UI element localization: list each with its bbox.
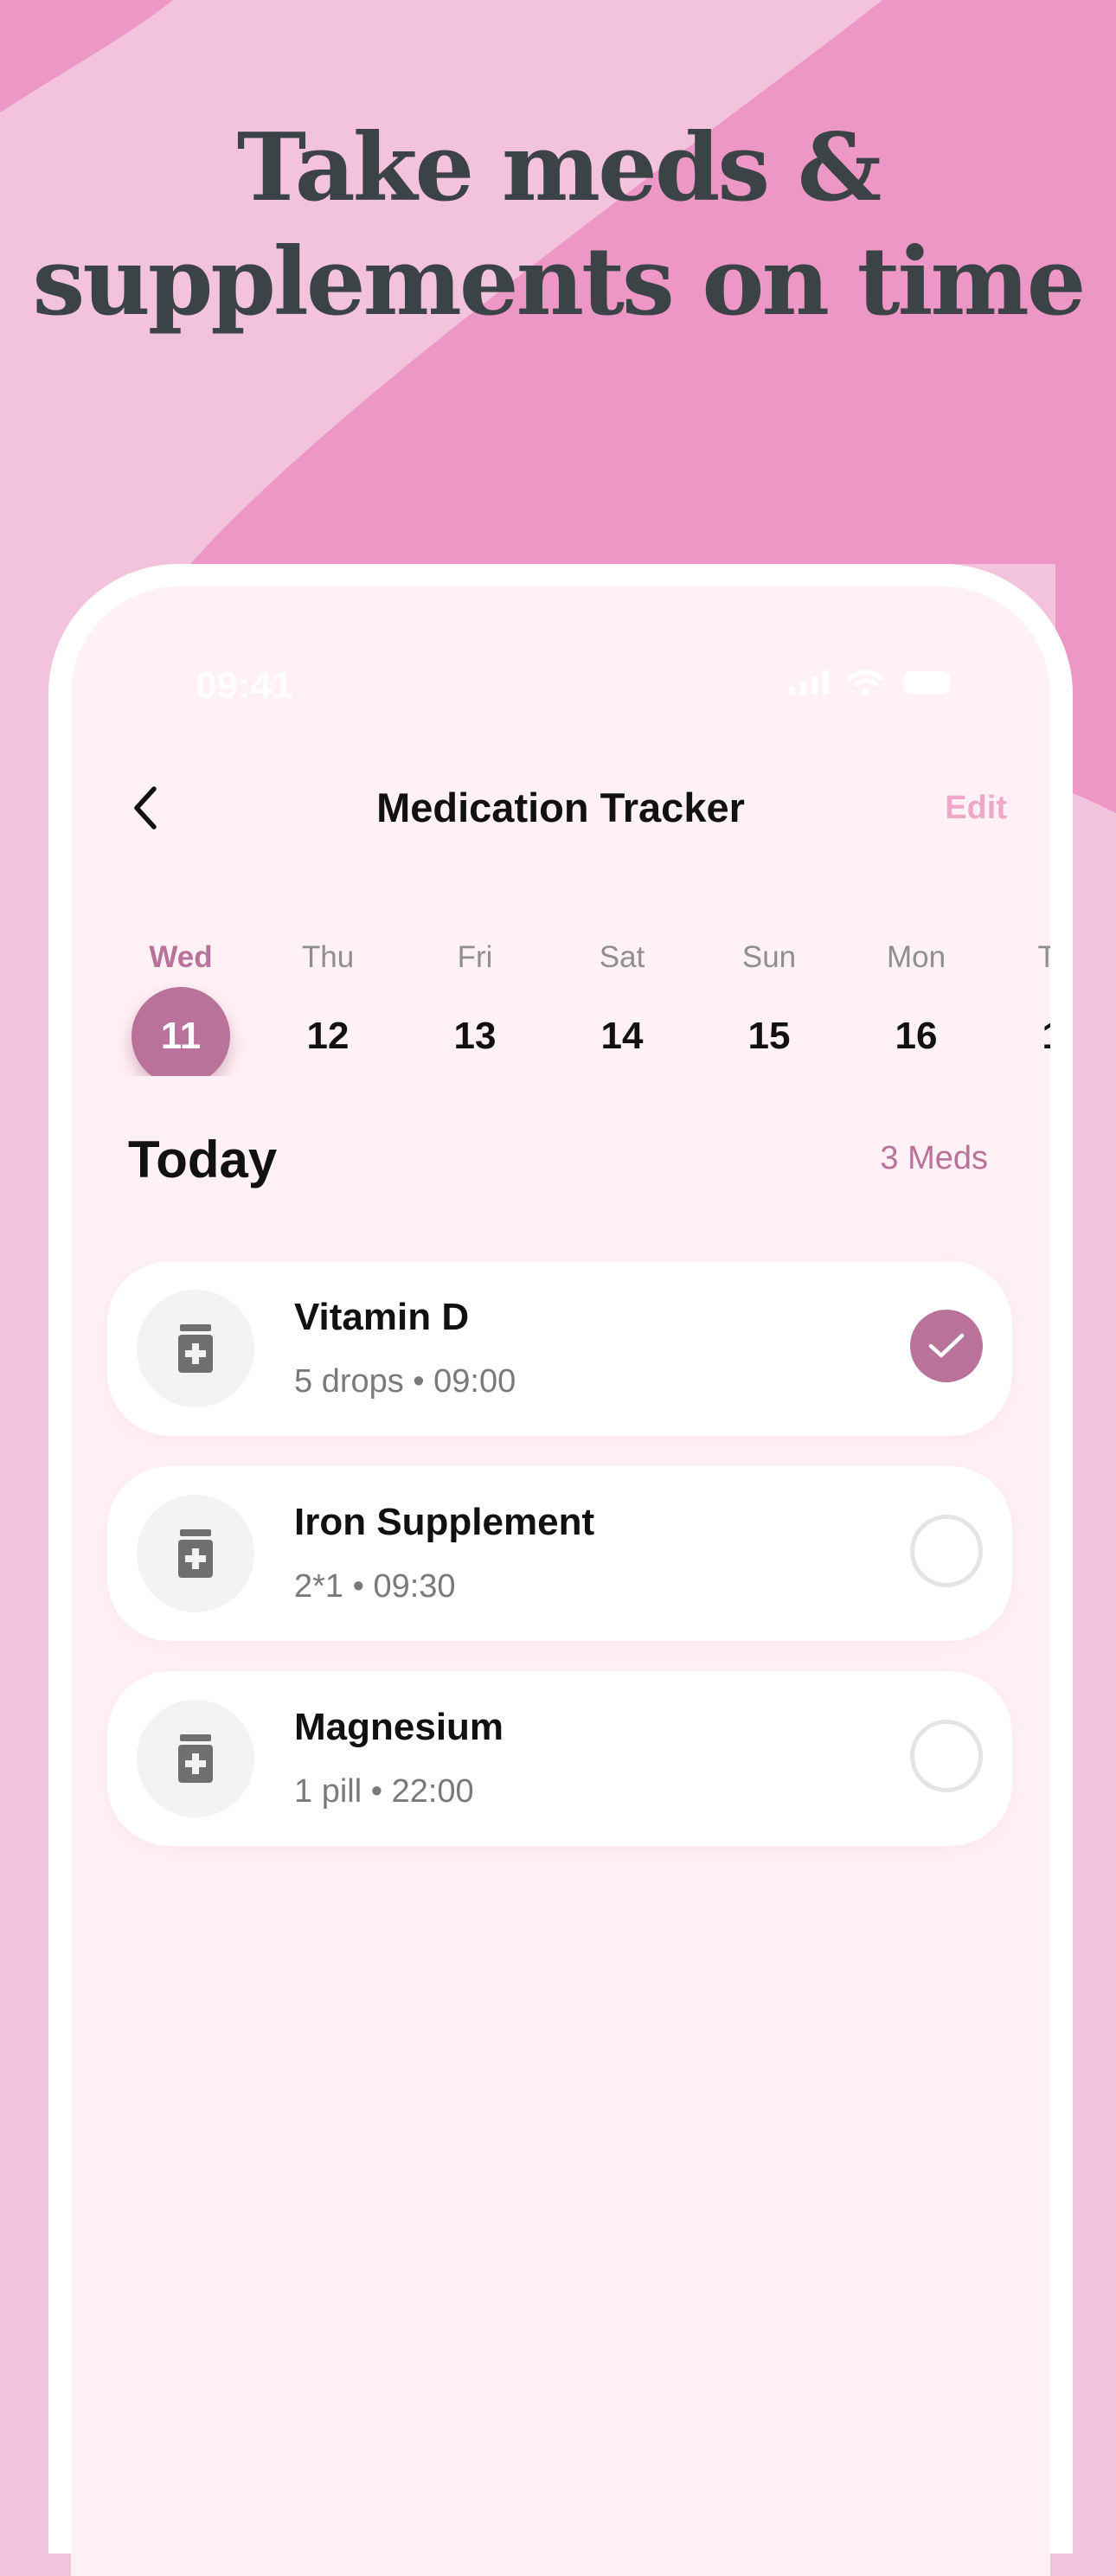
week-strip: Wed 11 Thu 12 Fri 13 Sat 14 Sun 15 Mon 1… (71, 938, 1050, 1076)
headline-line-2: supplements on time (32, 227, 1087, 336)
pill-bottle-icon (137, 1290, 254, 1407)
med-list: Vitamin D 5 drops • 09:00 Iron Supplemen… (107, 1261, 1012, 1876)
section-title: Today (128, 1131, 278, 1189)
med-check-toggle[interactable] (910, 1515, 983, 1587)
pill-bottle-icon (137, 1495, 254, 1612)
status-time: 09:41 (196, 664, 293, 707)
day-number: 14 (600, 1015, 644, 1057)
med-name: Iron Supplement (294, 1501, 595, 1543)
day-name: Tue (1037, 940, 1050, 974)
day-name: Thu (301, 940, 355, 974)
day-number: 15 (747, 1015, 791, 1057)
med-name: Magnesium (294, 1706, 504, 1748)
wifi-icon (848, 670, 884, 695)
med-detail: 2*1 • 09:30 (294, 1568, 456, 1605)
headline: Take meds & supplements on time (0, 111, 1116, 339)
med-check-toggle[interactable] (910, 1310, 983, 1382)
nav-bar: Medication Tracker Edit (71, 773, 1050, 843)
day-name: Sat (599, 940, 645, 974)
day-name: Sun (741, 940, 797, 974)
day-fri[interactable]: Fri 13 (401, 938, 548, 1076)
pill-bottle-icon (137, 1700, 254, 1817)
phone-frame: 09:41 Medication Tracker Edit Wed 11 Thu… (48, 564, 1073, 2576)
phone-screen: 09:41 Medication Tracker Edit Wed 11 Thu… (71, 586, 1050, 2576)
day-mon[interactable]: Mon 16 (843, 938, 990, 1076)
day-number: 17 (1014, 987, 1050, 1076)
checkmark-icon (928, 1333, 965, 1358)
med-check-toggle[interactable] (910, 1720, 983, 1792)
day-thu[interactable]: Thu 12 (254, 938, 401, 1076)
headline-line-1: Take meds & (236, 113, 882, 222)
med-name: Vitamin D (294, 1296, 470, 1338)
day-wed[interactable]: Wed 11 (107, 938, 254, 1076)
med-detail: 5 drops • 09:00 (294, 1363, 516, 1400)
med-card[interactable]: Vitamin D 5 drops • 09:00 (107, 1261, 1012, 1436)
med-card[interactable]: Iron Supplement 2*1 • 09:30 (107, 1466, 1012, 1641)
med-detail: 1 pill • 22:00 (294, 1773, 474, 1810)
day-number: 12 (306, 1015, 350, 1057)
day-name: Wed (149, 940, 213, 974)
battery-icon (903, 671, 950, 694)
day-number: 16 (895, 1015, 938, 1057)
day-number: 11 (131, 987, 230, 1076)
signal-icon (789, 670, 829, 695)
day-sun[interactable]: Sun 15 (696, 938, 843, 1076)
day-tue[interactable]: Tue 17 (990, 938, 1050, 1076)
nav-title: Medication Tracker (376, 785, 745, 830)
day-number: 13 (453, 1015, 497, 1057)
med-card[interactable]: Magnesium 1 pill • 22:00 (107, 1671, 1012, 1846)
edit-button[interactable]: Edit (945, 773, 1007, 843)
day-name: Fri (457, 940, 493, 974)
med-count: 3 Meds (880, 1140, 988, 1176)
status-icons (789, 670, 950, 695)
day-name: Mon (886, 940, 946, 974)
day-sat[interactable]: Sat 14 (548, 938, 696, 1076)
